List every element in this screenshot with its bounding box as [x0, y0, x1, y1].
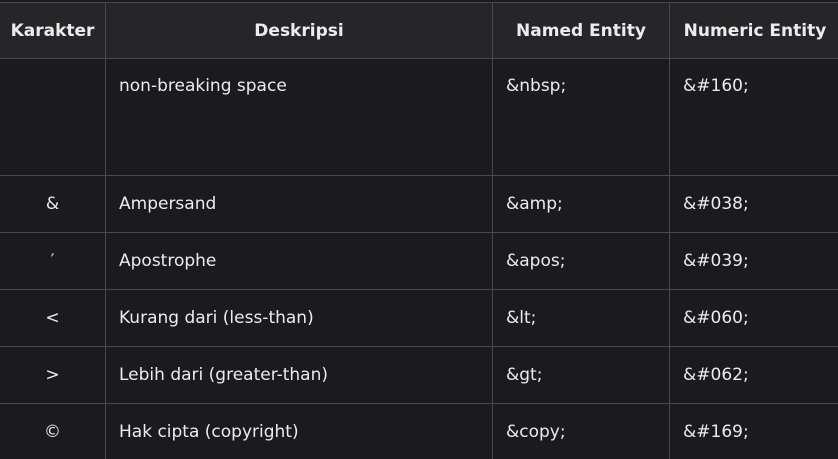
cell-numeric-entity: &#060;: [669, 289, 838, 347]
table-body: non-breaking space &nbsp; &#160; & Amper…: [0, 58, 838, 459]
header-karakter: Karakter: [0, 2, 106, 59]
header-named-entity: Named Entity: [492, 2, 670, 59]
cell-numeric-entity: &#169;: [669, 403, 838, 459]
header-row: Karakter Deskripsi Named Entity Numeric …: [0, 2, 838, 59]
cell-karakter: ′: [0, 232, 106, 290]
table-row: © Hak cipta (copyright) &copy; &#169;: [0, 403, 838, 459]
cell-numeric-entity: &#039;: [669, 232, 838, 290]
cell-named-entity: &lt;: [492, 289, 670, 347]
cell-karakter: [0, 58, 106, 176]
cell-numeric-entity: &#038;: [669, 175, 838, 233]
html-entity-table: Karakter Deskripsi Named Entity Numeric …: [0, 2, 838, 459]
cell-named-entity: &gt;: [492, 346, 670, 404]
cell-named-entity: &amp;: [492, 175, 670, 233]
table-row: < Kurang dari (less-than) &lt; &#060;: [0, 289, 838, 347]
cell-karakter: &: [0, 175, 106, 233]
cell-deskripsi: Apostrophe: [105, 232, 493, 290]
cell-deskripsi: Kurang dari (less-than): [105, 289, 493, 347]
table-row: & Ampersand &amp; &#038;: [0, 175, 838, 233]
cell-named-entity: &apos;: [492, 232, 670, 290]
cell-numeric-entity: &#160;: [669, 58, 838, 176]
cell-numeric-entity: &#062;: [669, 346, 838, 404]
header-deskripsi: Deskripsi: [105, 2, 493, 59]
cell-karakter: ©: [0, 403, 106, 459]
cell-deskripsi: non-breaking space: [105, 58, 493, 176]
cell-named-entity: &copy;: [492, 403, 670, 459]
table-header: Karakter Deskripsi Named Entity Numeric …: [0, 2, 838, 59]
header-numeric-entity: Numeric Entity: [669, 2, 838, 59]
table-row: non-breaking space &nbsp; &#160;: [0, 58, 838, 176]
entity-table-container: Karakter Deskripsi Named Entity Numeric …: [0, 0, 838, 459]
cell-karakter: <: [0, 289, 106, 347]
table-row: ′ Apostrophe &apos; &#039;: [0, 232, 838, 290]
table-row: > Lebih dari (greater-than) &gt; &#062;: [0, 346, 838, 404]
cell-deskripsi: Lebih dari (greater-than): [105, 346, 493, 404]
cell-named-entity: &nbsp;: [492, 58, 670, 176]
cell-deskripsi: Hak cipta (copyright): [105, 403, 493, 459]
cell-deskripsi: Ampersand: [105, 175, 493, 233]
cell-karakter: >: [0, 346, 106, 404]
